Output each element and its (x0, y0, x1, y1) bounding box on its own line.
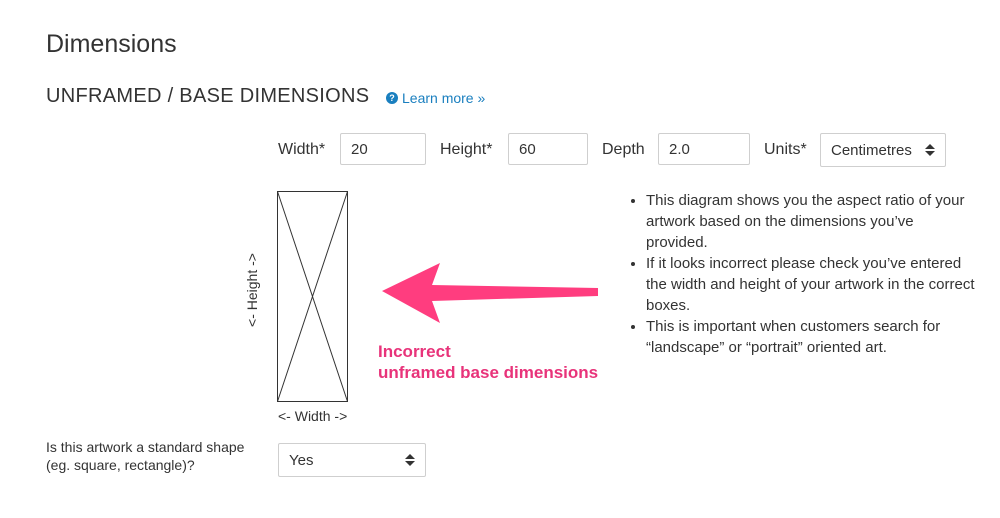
depth-input[interactable] (658, 133, 750, 165)
info-list: This diagram shows you the aspect ratio … (622, 190, 976, 358)
info-item: This diagram shows you the aspect ratio … (646, 190, 976, 253)
annotation-text: Incorrect unframed base dimensions (378, 341, 598, 383)
width-input[interactable] (340, 133, 426, 165)
standard-shape-question: Is this artwork a standard shape (eg. sq… (46, 439, 245, 473)
standard-shape-value: Yes (289, 451, 314, 469)
standard-shape-select[interactable]: Yes (278, 443, 426, 477)
sort-arrows-icon (405, 454, 415, 466)
height-input[interactable] (508, 133, 588, 165)
annotation-line-1: Incorrect (378, 342, 451, 361)
info-item: If it looks incorrect please check you’v… (646, 253, 976, 316)
learn-more-label: Learn more » (402, 90, 486, 106)
sort-arrows-icon (925, 144, 935, 156)
units-select[interactable]: Centimetres (820, 133, 946, 167)
question-circle-icon: ? (386, 92, 398, 104)
info-item: This is important when customers search … (646, 316, 976, 358)
page-title: Dimensions (46, 30, 177, 58)
units-label: Units* (764, 141, 807, 158)
aspect-ratio-diagram (277, 191, 348, 402)
units-value: Centimetres (831, 141, 912, 159)
section-title: UNFRAMED / BASE DIMENSIONS (46, 85, 370, 107)
width-label: Width* (278, 141, 326, 158)
learn-more-link[interactable]: ? Learn more » (386, 90, 485, 106)
diagram-height-label: <- Height -> (244, 253, 260, 327)
annotation-line-2: unframed base dimensions (378, 363, 599, 382)
height-label: Height* (440, 141, 493, 158)
diagram-width-label: <- Width -> (278, 408, 348, 424)
annotation-arrow-icon (382, 263, 598, 323)
depth-label: Depth (602, 141, 645, 158)
